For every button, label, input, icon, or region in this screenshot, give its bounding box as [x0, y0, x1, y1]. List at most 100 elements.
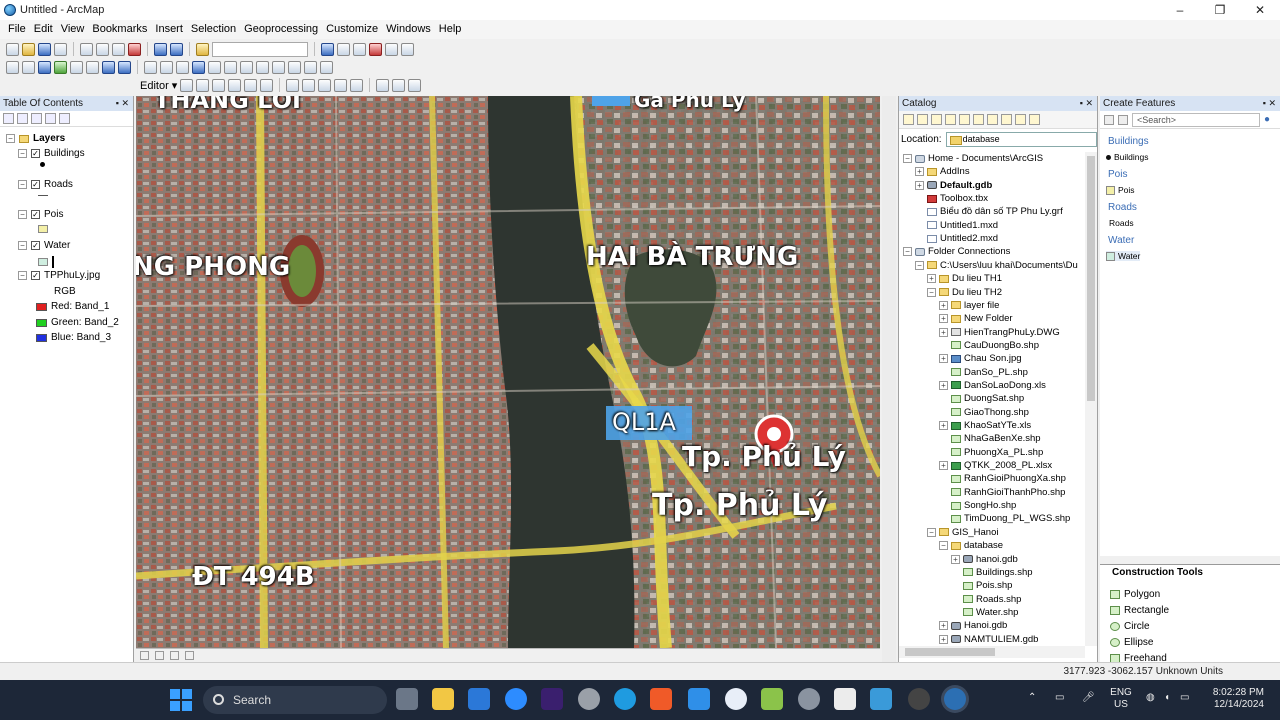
edit-tool-icon[interactable] [180, 78, 194, 92]
zalo-icon[interactable] [505, 688, 527, 710]
collapse-icon[interactable]: − [18, 241, 27, 250]
construction-tool-polygon[interactable]: Polygon [1110, 589, 1160, 600]
catalog-item[interactable]: + KhaoSatYTe.xls [939, 419, 1031, 432]
sketch-properties-icon[interactable] [392, 78, 406, 92]
python-window-icon[interactable] [385, 42, 398, 56]
scroll-thumb[interactable] [1087, 156, 1095, 401]
rotate-icon[interactable] [350, 78, 364, 92]
redo-icon[interactable] [170, 42, 183, 56]
fixed-zoom-out-icon[interactable] [86, 60, 99, 74]
new-folder-icon[interactable] [1001, 114, 1012, 125]
pin-close-icon[interactable]: ▪ ✕ [116, 96, 129, 111]
collapse-icon[interactable]: − [927, 527, 936, 537]
organize-templates-icon[interactable] [1104, 114, 1114, 125]
maximize-button[interactable]: ❐ [1200, 0, 1240, 20]
filter-icon[interactable] [1118, 114, 1128, 125]
expand-icon[interactable]: + [939, 300, 948, 310]
collapse-icon[interactable]: − [903, 154, 912, 163]
catalog-item[interactable]: Water.shp [951, 606, 1018, 619]
close-button[interactable]: ✕ [1240, 0, 1280, 20]
open-icon[interactable] [22, 42, 35, 56]
menu-customize[interactable]: Customize [322, 20, 382, 39]
catalog-item[interactable]: SongHo.shp [939, 499, 1016, 512]
catalog-item[interactable]: + hanoi.gdb [951, 553, 1018, 566]
layer-roads[interactable]: − ✓ Roads [18, 179, 73, 190]
menu-bookmarks[interactable]: Bookmarks [88, 20, 151, 39]
scroll-thumb[interactable] [905, 648, 995, 656]
arcmap-taskbar-icon[interactable] [944, 688, 966, 710]
menu-view[interactable]: View [57, 20, 89, 39]
volume-icon[interactable]: ◖ [1164, 692, 1170, 704]
catalog-item[interactable]: Roads.shp [951, 593, 1021, 606]
feature-template[interactable]: Buildings [1106, 152, 1149, 162]
chrome-icon[interactable] [908, 688, 930, 710]
collapse-icon[interactable]: − [939, 541, 948, 551]
expand-icon[interactable]: + [915, 180, 924, 190]
network-icon[interactable]: ◍ [1146, 692, 1155, 704]
collapse-icon[interactable]: − [18, 210, 27, 219]
catalog-item[interactable]: + Chau Son.jpg [939, 352, 1022, 365]
refresh-icon[interactable] [170, 651, 179, 660]
paint-icon[interactable] [761, 688, 783, 710]
microphone-icon[interactable]: 🎤︎ [1082, 692, 1095, 704]
ide-icon[interactable] [541, 688, 563, 710]
catalog-vertical-scrollbar[interactable] [1085, 152, 1097, 646]
find-icon[interactable] [256, 60, 269, 74]
tray-app-icon[interactable]: ▭ [1055, 692, 1064, 704]
catalog-item[interactable]: RanhGioiPhuongXa.shp [939, 472, 1066, 485]
catalog-item[interactable]: + AddIns [915, 165, 970, 178]
cut-polygons-icon[interactable] [318, 78, 332, 92]
toc-options-icon[interactable] [59, 113, 70, 124]
menu-file[interactable]: File [4, 20, 30, 39]
catalog-item[interactable]: CauDuongBo.shp [939, 339, 1039, 352]
connect-folder-icon[interactable] [959, 114, 970, 125]
catalog-item[interactable]: + layer file [939, 299, 999, 312]
list-by-selection-icon[interactable] [45, 113, 56, 124]
split-icon[interactable] [334, 78, 348, 92]
editor-menu[interactable]: Editor ▾ [140, 79, 177, 92]
search-icon[interactable]: ● [1264, 114, 1270, 125]
edge-icon[interactable] [614, 688, 636, 710]
layer-buildings[interactable]: − ✓ Buildings [18, 148, 85, 159]
edit-vertices-icon[interactable] [286, 78, 300, 92]
new-document-icon[interactable] [6, 42, 19, 56]
model-builder-icon[interactable] [401, 42, 414, 56]
menu-help[interactable]: Help [435, 20, 466, 39]
collapse-icon[interactable]: − [18, 180, 27, 189]
home-icon[interactable] [945, 114, 956, 125]
map-scale-combo[interactable] [212, 41, 308, 57]
collapse-icon[interactable]: − [18, 271, 27, 280]
catalog-item[interactable]: − Home - Documents\ArcGIS [903, 152, 1043, 165]
print-icon[interactable] [54, 42, 67, 56]
editor-toolbar-icon[interactable] [321, 42, 334, 56]
point-icon[interactable] [260, 78, 274, 92]
go-to-xy-icon[interactable] [288, 60, 301, 74]
catalog-item[interactable]: − GIS_Hanoi [927, 526, 998, 539]
menu-insert[interactable]: Insert [151, 20, 187, 39]
vscode-icon[interactable] [688, 688, 710, 710]
catalog-item[interactable]: DanSo_PL.shp [939, 366, 1028, 379]
find-route-icon[interactable] [272, 60, 285, 74]
template-group-header[interactable]: Buildings [1108, 136, 1149, 147]
catalog-item[interactable]: TimDuong_PL_WGS.shp [939, 512, 1070, 525]
html-popup-icon[interactable] [224, 60, 237, 74]
catalog-item[interactable]: RanhGioiThanhPho.shp [939, 486, 1065, 499]
end-point-arc-icon[interactable] [228, 78, 242, 92]
catalog-item[interactable]: + Default.gdb [915, 179, 992, 192]
zoom-out-icon[interactable] [22, 60, 35, 74]
trace-icon[interactable] [244, 78, 258, 92]
catalog-item[interactable]: + Hanoi.gdb [939, 619, 1007, 632]
feature-template[interactable]: Water [1106, 251, 1141, 261]
notepad-icon[interactable] [870, 688, 892, 710]
location-combo[interactable]: database [945, 131, 1097, 147]
construction-tool-ellipse[interactable]: Ellipse [1110, 637, 1153, 648]
paste-icon[interactable] [112, 42, 125, 56]
catalog-item[interactable]: − database [939, 539, 1003, 552]
template-search-input[interactable]: <Search> [1132, 112, 1260, 127]
edit-annotation-icon[interactable] [196, 78, 210, 92]
pause-drawing-icon[interactable] [185, 651, 194, 660]
catalog-horizontal-scrollbar[interactable] [899, 646, 1085, 658]
visibility-checkbox[interactable]: ✓ [31, 271, 40, 280]
back-icon[interactable] [903, 114, 914, 125]
pin-close-icon[interactable]: ▪ ✕ [1263, 96, 1276, 111]
